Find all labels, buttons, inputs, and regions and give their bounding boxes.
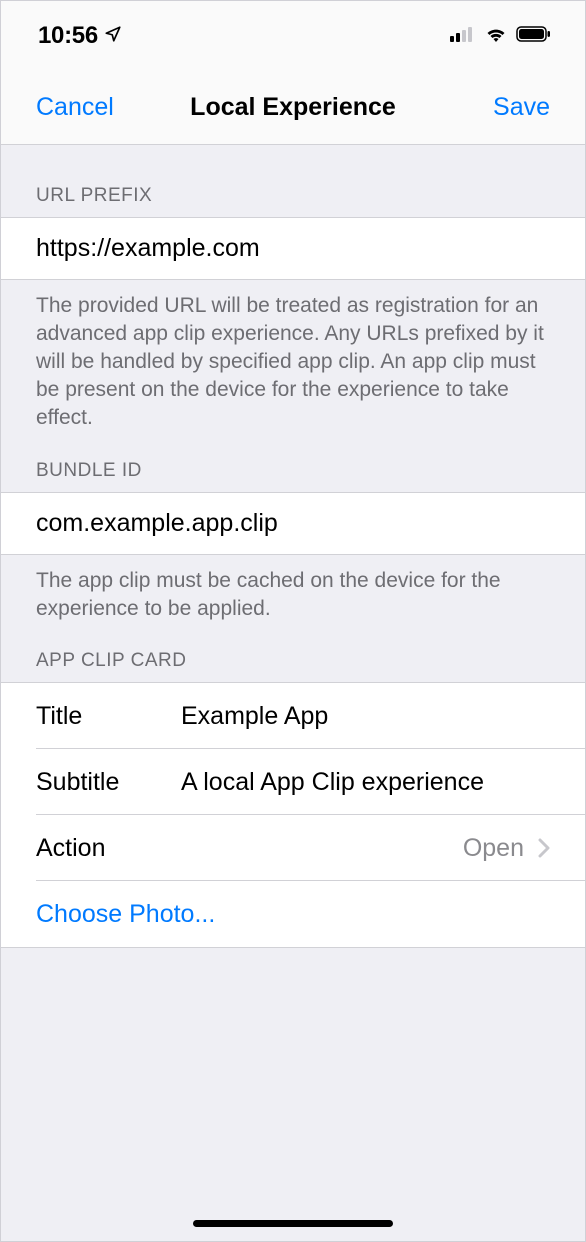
navigation-bar: Cancel Local Experience Save (1, 71, 585, 145)
bundle-id-input[interactable] (36, 509, 550, 538)
app-clip-card-group: Title Example App Subtitle A local App C… (1, 682, 585, 948)
subtitle-value: A local App Clip experience (181, 768, 484, 797)
cancel-button[interactable]: Cancel (36, 93, 114, 122)
title-row[interactable]: Title Example App (1, 683, 585, 749)
section-header-url-prefix: URL PREFIX (1, 145, 585, 217)
location-icon (104, 22, 122, 50)
subtitle-label: Subtitle (36, 768, 181, 797)
home-indicator[interactable] (193, 1220, 393, 1227)
bundle-id-cell[interactable] (1, 492, 585, 555)
status-bar: 10:56 (1, 1, 585, 71)
cellular-icon (450, 26, 476, 47)
action-value: Open (463, 834, 524, 863)
title-value: Example App (181, 702, 328, 731)
content-scroll[interactable]: URL PREFIX The provided URL will be trea… (1, 145, 585, 948)
url-prefix-input[interactable] (36, 234, 550, 263)
title-label: Title (36, 702, 181, 731)
choose-photo-link[interactable]: Choose Photo... (36, 900, 215, 929)
save-button[interactable]: Save (493, 93, 550, 122)
action-label: Action (36, 834, 181, 863)
battery-icon (516, 25, 552, 48)
chevron-right-icon (538, 838, 550, 858)
page-title: Local Experience (190, 93, 396, 122)
choose-photo-row[interactable]: Choose Photo... (1, 881, 585, 947)
wifi-icon (484, 25, 508, 48)
section-footer-bundle-id: The app clip must be cached on the devic… (1, 555, 585, 623)
status-time: 10:56 (38, 22, 98, 50)
section-header-bundle-id: BUNDLE ID (1, 432, 585, 492)
section-footer-url-prefix: The provided URL will be treated as regi… (1, 280, 585, 432)
subtitle-row[interactable]: Subtitle A local App Clip experience (1, 749, 585, 815)
section-header-app-clip-card: APP CLIP CARD (1, 622, 585, 682)
url-prefix-cell[interactable] (1, 217, 585, 280)
action-row[interactable]: Action Open (1, 815, 585, 881)
